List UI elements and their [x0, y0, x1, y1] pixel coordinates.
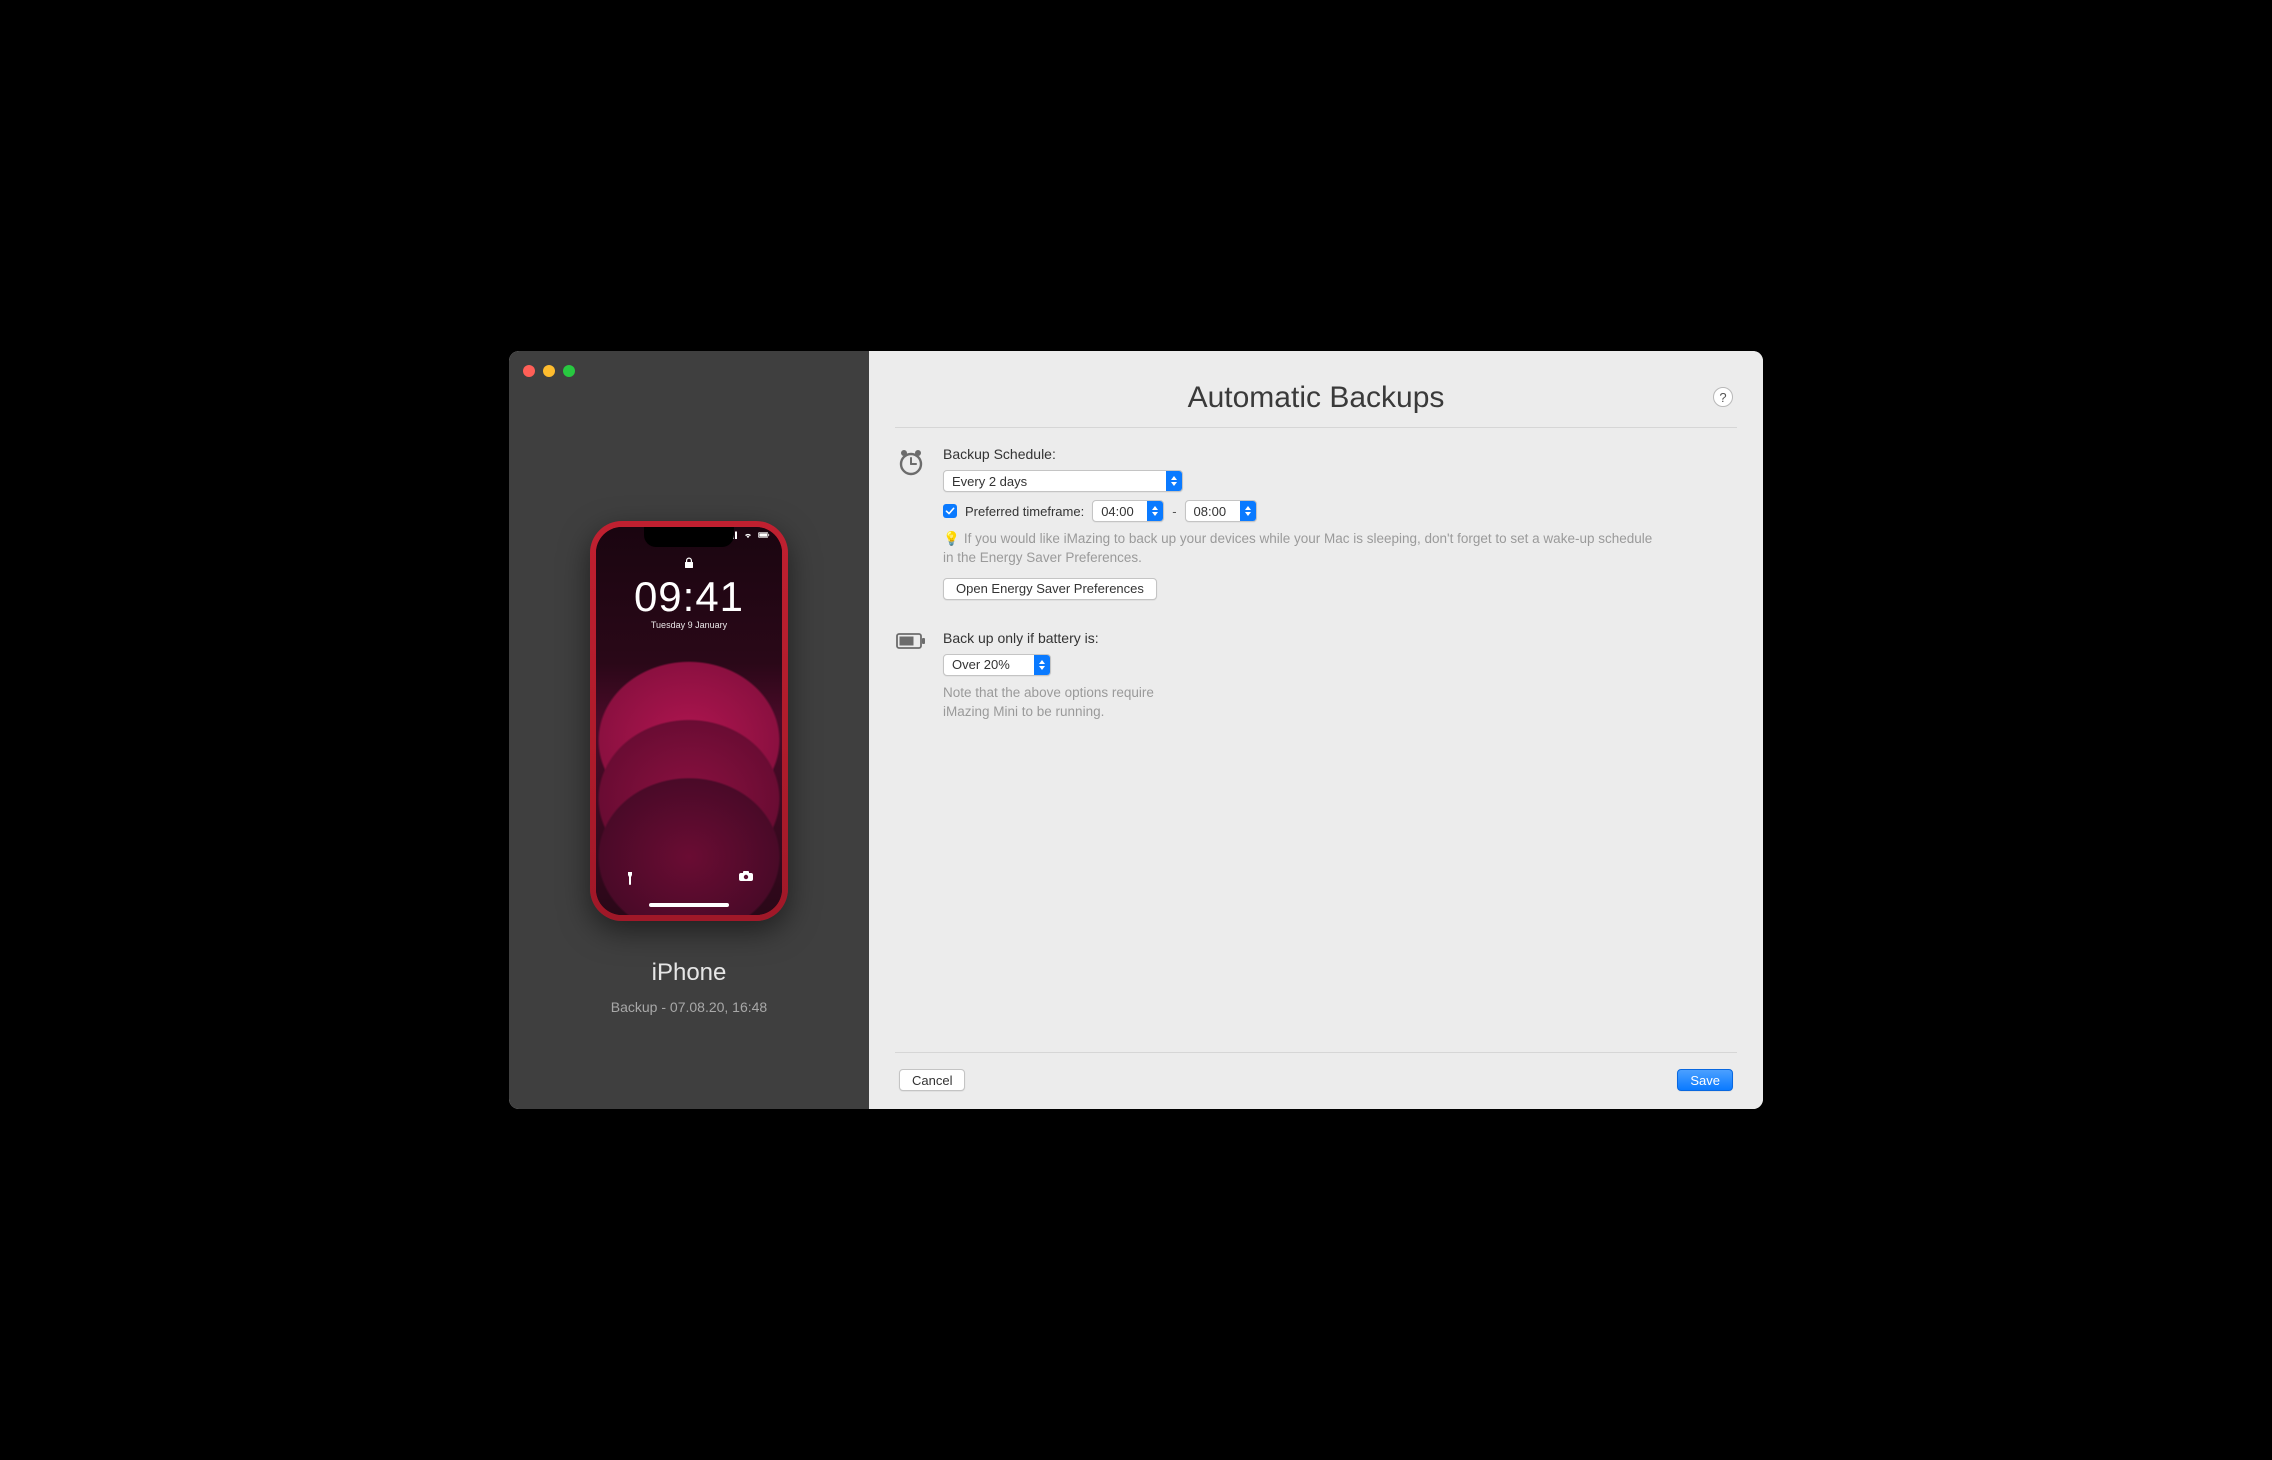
battery-section: Back up only if battery is: Over 20% Not…	[895, 630, 1737, 732]
help-button[interactable]: ?	[1713, 387, 1733, 407]
clock-icon	[895, 446, 927, 608]
battery-threshold-select[interactable]: Over 20%	[943, 654, 1051, 676]
schedule-label: Backup Schedule:	[943, 446, 1737, 462]
timeframe-from-select[interactable]: 04:00	[1092, 500, 1164, 522]
minimize-window-button[interactable]	[543, 365, 555, 377]
battery-icon	[758, 531, 770, 539]
phone-screen: 09:41 Tuesday 9 January	[596, 527, 782, 915]
schedule-section: Backup Schedule: Every 2 days	[895, 446, 1737, 608]
lightbulb-icon: 💡	[943, 531, 960, 546]
home-indicator	[649, 903, 729, 907]
timeframe-to-select[interactable]: 08:00	[1185, 500, 1257, 522]
timeframe-to-value: 08:00	[1186, 504, 1235, 519]
fullscreen-window-button[interactable]	[563, 365, 575, 377]
battery-threshold-value: Over 20%	[944, 657, 1018, 672]
app-window: 09:41 Tuesday 9 January iPhone Bac	[509, 351, 1763, 1109]
stepper-arrows-icon	[1166, 471, 1182, 491]
timeframe-dash: -	[1172, 504, 1176, 519]
cancel-button[interactable]: Cancel	[899, 1069, 965, 1091]
stepper-arrows-icon	[1034, 655, 1050, 675]
page-title: Automatic Backups	[1188, 381, 1445, 415]
device-backup-timestamp: Backup - 07.08.20, 16:48	[611, 999, 767, 1015]
content: Backup Schedule: Every 2 days	[895, 428, 1737, 1052]
phone-bottom-icons	[596, 870, 782, 889]
timeframe-from-value: 04:00	[1093, 504, 1142, 519]
sidebar: 09:41 Tuesday 9 January iPhone Bac	[509, 351, 869, 1109]
flashlight-icon	[624, 870, 636, 889]
header: Automatic Backups ?	[895, 351, 1737, 428]
phone-notch	[644, 527, 734, 547]
main-panel: Automatic Backups ? Backup Schedule:	[869, 351, 1763, 1109]
device-name: iPhone	[652, 959, 727, 987]
open-energy-saver-button[interactable]: Open Energy Saver Preferences	[943, 578, 1157, 600]
footer: Cancel Save	[895, 1052, 1737, 1109]
lock-time: 09:41	[634, 576, 744, 618]
battery-label: Back up only if battery is:	[943, 630, 1737, 646]
wifi-icon	[742, 531, 754, 539]
camera-icon	[738, 870, 754, 889]
preferred-timeframe-checkbox[interactable]	[943, 504, 957, 518]
phone-frame: 09:41 Tuesday 9 January	[590, 521, 788, 921]
device-preview: 09:41 Tuesday 9 January iPhone Bac	[590, 521, 788, 1015]
phone-lockscreen: 09:41 Tuesday 9 January	[596, 557, 782, 630]
schedule-frequency-select[interactable]: Every 2 days	[943, 470, 1183, 492]
energy-saver-hint-text: If you would like iMazing to back up you…	[943, 531, 1652, 565]
stepper-arrows-icon	[1147, 501, 1163, 521]
battery-icon	[895, 630, 927, 732]
save-button[interactable]: Save	[1677, 1069, 1733, 1091]
stepper-arrows-icon	[1240, 501, 1256, 521]
close-window-button[interactable]	[523, 365, 535, 377]
window-controls	[523, 365, 575, 377]
energy-saver-hint: 💡If you would like iMazing to back up yo…	[943, 530, 1663, 568]
preferred-timeframe-label: Preferred timeframe:	[965, 504, 1084, 519]
mini-running-hint: Note that the above options require iMaz…	[943, 684, 1193, 722]
lock-icon	[684, 557, 694, 572]
schedule-frequency-value: Every 2 days	[944, 474, 1035, 489]
lock-date: Tuesday 9 January	[651, 620, 727, 630]
